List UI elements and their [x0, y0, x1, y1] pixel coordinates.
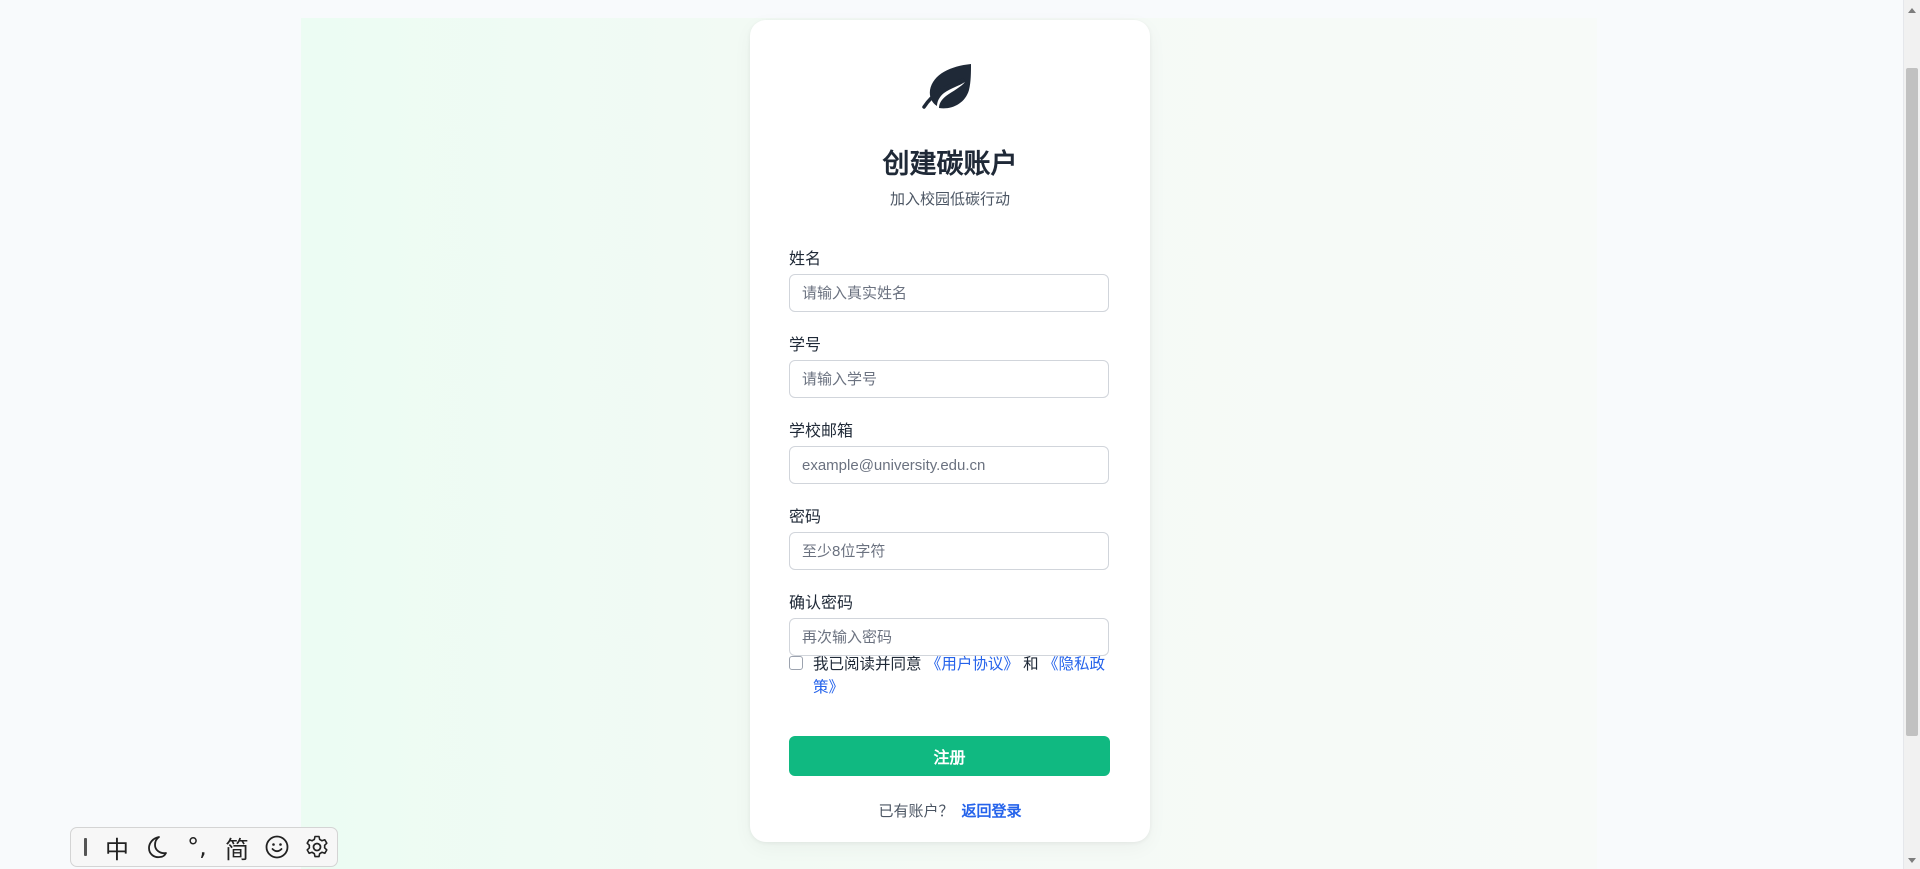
gear-icon[interactable]: [297, 827, 337, 867]
scroll-up-icon[interactable]: [1908, 8, 1916, 13]
drag-handle-icon[interactable]: [84, 838, 87, 856]
email-label: 学校邮箱: [789, 423, 854, 440]
register-card: 创建碳账户 加入校园低碳行动 姓名 学号 学校邮箱 密码 确认密码 我已阅读并同…: [750, 20, 1150, 842]
moon-icon[interactable]: [137, 827, 177, 867]
terms-link[interactable]: 《用户协议》: [926, 656, 1019, 673]
ime-punctuation-toggle[interactable]: °,: [177, 827, 217, 867]
name-label: 姓名: [789, 251, 822, 268]
ime-language-toggle[interactable]: 中: [97, 827, 137, 867]
back-to-login-link[interactable]: 返回登录: [962, 803, 1022, 820]
ime-toolbar: 中 °, 简: [70, 827, 338, 867]
page-title: 创建碳账户: [882, 149, 1018, 179]
scrollbar[interactable]: [1903, 0, 1920, 869]
ime-charset-toggle[interactable]: 简: [217, 827, 257, 867]
smiley-icon[interactable]: [257, 827, 297, 867]
confirm-password-input[interactable]: [789, 618, 1109, 656]
password-input[interactable]: [789, 532, 1109, 570]
page: 创建碳账户 加入校园低碳行动 姓名 学号 学校邮箱 密码 确认密码 我已阅读并同…: [0, 0, 1920, 869]
login-prompt: 已有账户？: [878, 803, 954, 820]
agreement-conjunction: 和: [1023, 656, 1039, 673]
agreement-row: 我已阅读并同意 《用户协议》 和 《隐私政策》: [789, 653, 1119, 699]
page-subtitle: 加入校园低碳行动: [889, 191, 1010, 208]
name-input[interactable]: [789, 274, 1109, 312]
student-id-label: 学号: [789, 337, 822, 354]
agreement-prefix: 我已阅读并同意: [813, 656, 922, 673]
login-row: 已有账户？ 返回登录: [750, 800, 1150, 821]
leaf-icon: [921, 60, 979, 110]
agreement-checkbox[interactable]: [789, 656, 803, 670]
agreement-text: 我已阅读并同意 《用户协议》 和 《隐私政策》: [813, 653, 1119, 699]
confirm-password-label: 确认密码: [789, 595, 854, 612]
password-label: 密码: [789, 509, 822, 526]
scrollbar-thumb[interactable]: [1906, 68, 1918, 736]
email-input[interactable]: [789, 446, 1109, 484]
register-button[interactable]: 注册: [789, 736, 1110, 776]
student-id-input[interactable]: [789, 360, 1109, 398]
scroll-down-icon[interactable]: [1908, 858, 1916, 863]
